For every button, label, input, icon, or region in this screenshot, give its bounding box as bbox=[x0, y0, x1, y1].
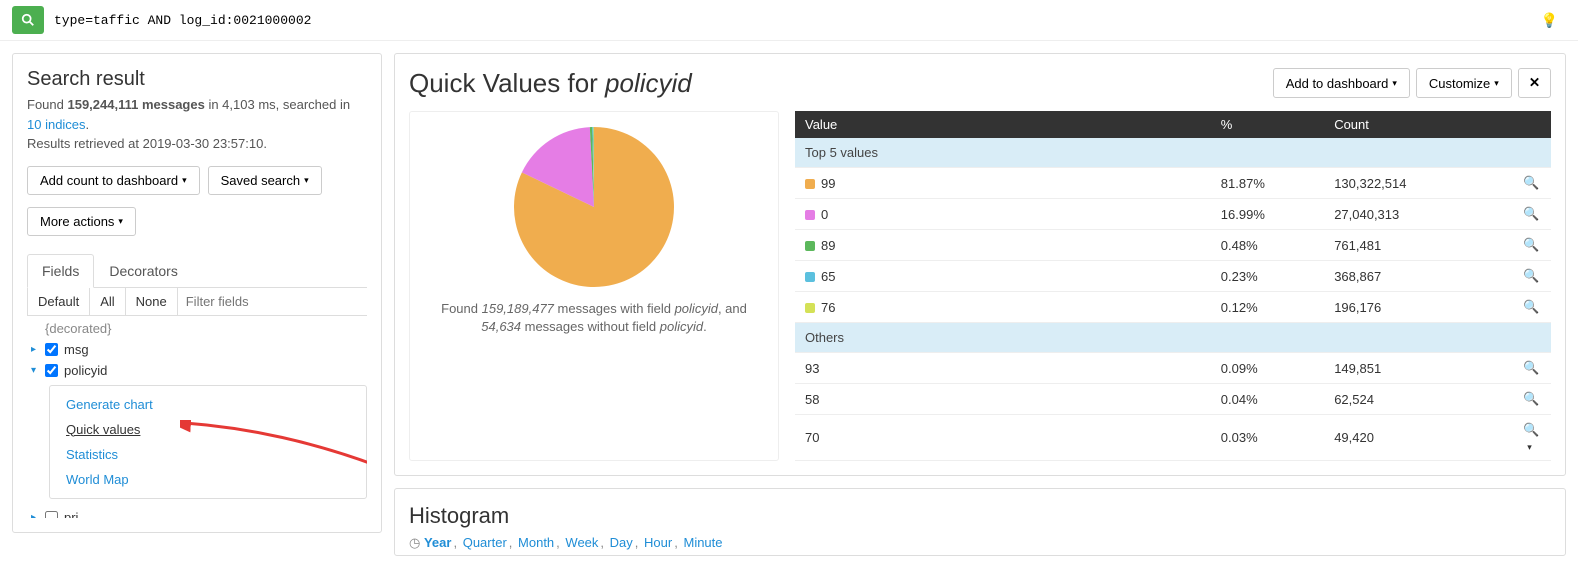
fields-none-button[interactable]: None bbox=[126, 288, 178, 315]
color-swatch bbox=[805, 272, 815, 282]
caret-down-icon: ▾ bbox=[182, 175, 187, 186]
found-count: 159,244,111 messages bbox=[67, 97, 204, 112]
magnify-icon[interactable]: 🔍 bbox=[1523, 237, 1539, 252]
section-top5: Top 5 values bbox=[795, 138, 1551, 168]
clock-icon: ◷ bbox=[409, 535, 424, 550]
histogram-panel: Histogram ◷ Year, Quarter, Month, Week, … bbox=[394, 488, 1566, 556]
indices-link[interactable]: 10 indices bbox=[27, 117, 86, 132]
filter-fields-input[interactable] bbox=[178, 288, 370, 315]
caret-down-icon: ▾ bbox=[31, 365, 39, 376]
th-value: Value bbox=[795, 111, 1211, 138]
found-prefix: Found bbox=[27, 97, 67, 112]
submenu-world-map[interactable]: World Map bbox=[50, 467, 366, 492]
histogram-resolution-links: ◷ Year, Quarter, Month, Week, Day, Hour,… bbox=[409, 535, 1551, 551]
field-label: pri bbox=[64, 510, 78, 518]
histogram-quarter[interactable]: Quarter bbox=[463, 535, 507, 550]
color-swatch bbox=[805, 210, 815, 220]
color-swatch bbox=[805, 179, 815, 189]
magnify-icon[interactable]: 🔍 bbox=[1523, 206, 1539, 221]
saved-search-button[interactable]: Saved search▾ bbox=[208, 166, 322, 195]
tab-decorators[interactable]: Decorators bbox=[94, 254, 192, 287]
field-label: msg bbox=[64, 342, 89, 357]
search-result-panel: Search result Found 159,244,111 messages… bbox=[12, 53, 382, 533]
histogram-year[interactable]: Year bbox=[424, 535, 451, 550]
tab-fields[interactable]: Fields bbox=[27, 254, 94, 288]
field-tabs: Fields Decorators bbox=[27, 254, 367, 288]
submenu-statistics[interactable]: Statistics bbox=[50, 442, 366, 467]
field-label: policyid bbox=[64, 363, 107, 378]
table-row: 930.09%149,851🔍 bbox=[795, 353, 1551, 384]
field-submenu: Generate chart Quick values Statistics W… bbox=[49, 385, 367, 499]
magnify-icon[interactable]: 🔍 bbox=[1523, 391, 1539, 406]
quick-values-panel: Quick Values for policyid Add to dashboa… bbox=[394, 53, 1566, 476]
search-result-title: Search result bbox=[27, 68, 367, 91]
section-others: Others bbox=[795, 323, 1551, 353]
caret-down-icon: ▾ bbox=[1494, 78, 1499, 89]
histogram-minute[interactable]: Minute bbox=[683, 535, 722, 550]
table-row: 016.99%27,040,313🔍 bbox=[795, 199, 1551, 230]
magnify-icon[interactable]: 🔍 bbox=[1523, 268, 1539, 283]
caret-right-icon: ▸ bbox=[31, 344, 39, 355]
th-count: Count bbox=[1324, 111, 1513, 138]
field-checkbox-msg[interactable] bbox=[45, 343, 58, 356]
customize-button[interactable]: Customize▾ bbox=[1416, 68, 1512, 98]
caret-right-icon: ▸ bbox=[31, 512, 39, 518]
search-query-input[interactable] bbox=[44, 7, 1541, 34]
fields-default-button[interactable]: Default bbox=[28, 288, 90, 315]
quick-values-title: Quick Values for policyid bbox=[409, 68, 692, 99]
table-row: 760.12%196,176🔍 bbox=[795, 292, 1551, 323]
histogram-hour[interactable]: Hour bbox=[644, 535, 672, 550]
close-icon: ✕ bbox=[1529, 75, 1540, 90]
pie-chart-container: Found 159,189,477 messages with field po… bbox=[409, 111, 779, 461]
field-item-msg[interactable]: ▸ msg bbox=[27, 339, 367, 360]
magnify-icon[interactable]: 🔍 bbox=[1523, 422, 1539, 437]
field-filter-row: Default All None bbox=[27, 288, 367, 316]
table-row: 650.23%368,867🔍 bbox=[795, 261, 1551, 292]
field-list[interactable]: {decorated} ▸ msg ▾ policyid Generate char… bbox=[27, 318, 367, 518]
field-item-pri[interactable]: ▸ pri bbox=[27, 507, 367, 518]
submenu-generate-chart[interactable]: Generate chart bbox=[50, 392, 366, 417]
more-actions-button[interactable]: More actions▾ bbox=[27, 207, 136, 236]
found-suffix: in 4,103 ms, searched in bbox=[205, 97, 350, 112]
caret-down-icon: ▾ bbox=[304, 175, 309, 186]
retrieved-time: Results retrieved at 2019-03-30 23:57:10… bbox=[27, 134, 367, 154]
table-row: 9981.87%130,322,514🔍 bbox=[795, 168, 1551, 199]
magnify-icon[interactable]: 🔍 bbox=[1523, 360, 1539, 375]
histogram-week[interactable]: Week bbox=[565, 535, 598, 550]
quick-values-table: Value % Count Top 5 values 9981.87%130,3… bbox=[795, 111, 1551, 461]
decorated-row: {decorated} bbox=[27, 318, 367, 339]
th-action bbox=[1513, 111, 1551, 138]
caret-down-icon[interactable]: ▾ bbox=[1527, 442, 1532, 452]
color-swatch bbox=[805, 303, 815, 313]
magnify-icon[interactable]: 🔍 bbox=[1523, 175, 1539, 190]
add-to-dashboard-button[interactable]: Add to dashboard▾ bbox=[1273, 68, 1410, 98]
search-bar: 💡 bbox=[0, 0, 1578, 41]
caret-down-icon: ▾ bbox=[1392, 78, 1397, 89]
lightbulb-icon[interactable]: 💡 bbox=[1541, 12, 1558, 29]
field-item-policyid[interactable]: ▾ policyid bbox=[27, 360, 367, 381]
pie-chart bbox=[509, 122, 679, 292]
search-result-summary: Found 159,244,111 messages in 4,103 ms, … bbox=[27, 95, 367, 134]
table-row: 580.04%62,524🔍 bbox=[795, 384, 1551, 415]
magnify-icon[interactable]: 🔍 bbox=[1523, 299, 1539, 314]
fields-all-button[interactable]: All bbox=[90, 288, 125, 315]
quick-values-table-container: Value % Count Top 5 values 9981.87%130,3… bbox=[795, 111, 1551, 461]
caret-down-icon: ▾ bbox=[118, 216, 123, 227]
field-checkbox-policyid[interactable] bbox=[45, 364, 58, 377]
pie-caption: Found 159,189,477 messages with field po… bbox=[420, 300, 768, 336]
search-icon bbox=[21, 13, 35, 27]
close-button[interactable]: ✕ bbox=[1518, 68, 1551, 98]
table-row: 890.48%761,481🔍 bbox=[795, 230, 1551, 261]
table-row: 700.03%49,420🔍▾ bbox=[795, 415, 1551, 461]
histogram-day[interactable]: Day bbox=[610, 535, 633, 550]
histogram-month[interactable]: Month bbox=[518, 535, 554, 550]
search-button[interactable] bbox=[12, 6, 44, 34]
submenu-quick-values[interactable]: Quick values bbox=[50, 417, 366, 442]
histogram-title: Histogram bbox=[409, 503, 1551, 529]
add-count-dashboard-button[interactable]: Add count to dashboard▾ bbox=[27, 166, 200, 195]
color-swatch bbox=[805, 241, 815, 251]
th-pct: % bbox=[1211, 111, 1324, 138]
